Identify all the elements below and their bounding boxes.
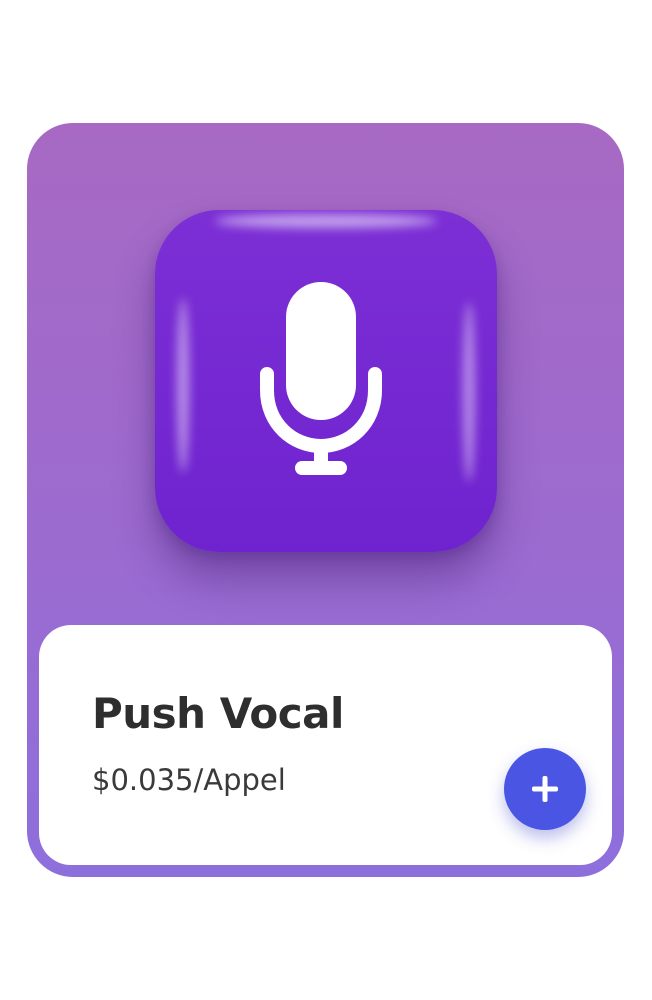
plus-icon	[532, 776, 558, 802]
product-price: $0.035/Appel	[92, 763, 286, 797]
add-button[interactable]	[504, 748, 586, 830]
tile-gloss-left	[177, 298, 189, 473]
product-title: Push Vocal	[92, 689, 344, 738]
tile-gloss-right	[463, 302, 475, 482]
product-info-panel: Push Vocal $0.035/Appel	[39, 625, 612, 865]
product-card[interactable]: Push Vocal $0.035/Appel	[27, 123, 624, 877]
tile-gloss-top	[215, 214, 437, 228]
product-icon-tile	[155, 210, 497, 552]
microphone-icon	[260, 282, 382, 475]
